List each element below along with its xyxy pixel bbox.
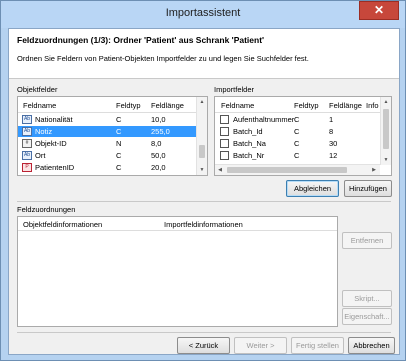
- text-field-icon: Ab: [22, 151, 32, 160]
- wizard-client-area: Feldzuordnungen (1/3): Ordner 'Patient' …: [8, 28, 400, 355]
- cell-feldlaenge: 10,0: [151, 115, 166, 124]
- cell-feldtyp: C: [116, 115, 122, 124]
- column-header-objektfeldinformationen[interactable]: Objektfeldinformationen: [23, 220, 102, 229]
- column-header-feldname[interactable]: Feldname: [23, 101, 56, 110]
- cell-feldname: Notiz: [35, 127, 53, 136]
- table-row[interactable]: Aufenthaltnummer C 1: [215, 114, 391, 125]
- objektfelder-label: Objektfelder: [17, 85, 58, 94]
- cell-feldname: PatientenID: [35, 163, 75, 172]
- entfernen-button[interactable]: Entfernen: [342, 232, 392, 249]
- importfelder-hscrollbar[interactable]: ◀ ▶: [215, 164, 380, 175]
- column-header-feldlaenge[interactable]: Feldlänge: [329, 101, 362, 110]
- cell-feldtyp: N: [116, 139, 122, 148]
- title-bar: Importassistent ✕: [1, 1, 405, 28]
- cell-feldname: Aufenthaltnummer: [233, 115, 295, 124]
- eigenschaften-button[interactable]: Eigenschaft...: [342, 308, 392, 325]
- cell-feldname: Batch_Na: [233, 139, 266, 148]
- close-icon: ✕: [373, 3, 385, 17]
- importfelder-vscrollbar[interactable]: ▲ ▼: [380, 97, 391, 165]
- row-checkbox[interactable]: [220, 115, 229, 124]
- table-row[interactable]: Ab Notiz C 255,0: [18, 126, 207, 137]
- window-title: Importassistent: [165, 7, 241, 19]
- cell-feldtyp: C: [116, 163, 122, 172]
- page-title: Feldzuordnungen (1/3): Ordner 'Patient' …: [17, 35, 265, 45]
- cell-feldname: Batch_Id: [233, 127, 263, 136]
- cell-feldname: Batch_Nr: [233, 151, 265, 160]
- zurueck-button[interactable]: < Zurück: [177, 337, 230, 354]
- wizard-header: Feldzuordnungen (1/3): Ordner 'Patient' …: [9, 29, 399, 79]
- cell-feldlaenge: 1: [329, 115, 334, 124]
- scroll-right-icon[interactable]: ▶: [369, 165, 379, 175]
- cell-feldname: Nationalität: [35, 115, 73, 124]
- cell-feldlaenge: 8,0: [151, 139, 162, 148]
- cell-feldlaenge: 30: [329, 139, 338, 148]
- cell-feldlaenge: 8: [329, 127, 334, 136]
- column-header-feldname[interactable]: Feldname: [221, 101, 254, 110]
- scroll-down-icon[interactable]: ▼: [197, 165, 207, 175]
- column-header-feldtyp[interactable]: Feldtyp: [294, 101, 319, 110]
- row-checkbox[interactable]: [220, 127, 229, 136]
- cell-feldname: Objekt-ID: [35, 139, 67, 148]
- abgleichen-button[interactable]: Abgleichen: [286, 180, 339, 197]
- person-id-icon: P: [22, 163, 32, 172]
- table-row[interactable]: Batch_Id C 8: [215, 126, 391, 137]
- objektfelder-header: Feldname Feldtyp Feldlänge: [18, 97, 207, 113]
- divider: [17, 201, 391, 202]
- table-row[interactable]: # Objekt-ID N 8,0: [18, 138, 207, 149]
- column-header-feldtyp[interactable]: Feldtyp: [116, 101, 141, 110]
- table-row[interactable]: Ab Nationalität C 10,0: [18, 114, 207, 125]
- table-row[interactable]: Ab Ort C 50,0: [18, 150, 207, 161]
- weiter-button[interactable]: Weiter >: [234, 337, 287, 354]
- feldzuordnungen-header: Objektfeldinformationen Importfeldinform…: [18, 217, 337, 231]
- fertig-stellen-button[interactable]: Fertig stellen: [291, 337, 344, 354]
- cell-feldtyp: C: [116, 127, 122, 136]
- scroll-thumb[interactable]: [227, 167, 347, 173]
- abbrechen-button[interactable]: Abbrechen: [348, 337, 395, 354]
- scroll-thumb[interactable]: [383, 109, 389, 149]
- wizard-footer: < Zurück Weiter > Fertig stellen Abbrech…: [9, 333, 399, 355]
- cell-feldlaenge: 12: [329, 151, 338, 160]
- cell-feldtyp: C: [294, 127, 300, 136]
- hinzufuegen-button[interactable]: Hinzufügen: [344, 180, 392, 197]
- scroll-down-icon[interactable]: ▼: [381, 155, 391, 165]
- objektfelder-scrollbar[interactable]: ▲ ▼: [196, 97, 207, 175]
- feldzuordnungen-label: Feldzuordnungen: [17, 205, 76, 214]
- scroll-thumb[interactable]: [199, 145, 205, 158]
- page-description: Ordnen Sie Feldern von Patient-Objekten …: [17, 54, 309, 63]
- table-row[interactable]: P PatientenID C 20,0: [18, 162, 207, 173]
- feldzuordnungen-list[interactable]: Objektfeldinformationen Importfeldinform…: [17, 216, 338, 327]
- cell-feldtyp: C: [116, 151, 122, 160]
- objektfelder-grid[interactable]: Feldname Feldtyp Feldlänge Ab Nationalitä…: [17, 96, 208, 176]
- row-checkbox[interactable]: [220, 139, 229, 148]
- column-header-info[interactable]: Info: [366, 101, 379, 110]
- row-checkbox[interactable]: [220, 151, 229, 160]
- cell-feldlaenge: 255,0: [151, 127, 170, 136]
- importfelder-header: Feldname Feldtyp Feldlänge Info: [215, 97, 391, 113]
- cell-feldtyp: C: [294, 139, 300, 148]
- scroll-up-icon[interactable]: ▲: [381, 97, 391, 107]
- scroll-left-icon[interactable]: ◀: [215, 165, 225, 175]
- id-field-icon: #: [22, 139, 32, 148]
- table-row[interactable]: Batch_Nr C 12: [215, 150, 391, 161]
- importfelder-label: Importfelder: [214, 85, 255, 94]
- column-header-feldlaenge[interactable]: Feldlänge: [151, 101, 184, 110]
- import-wizard-window: Importassistent ✕ Feldzuordnungen (1/3):…: [0, 0, 406, 361]
- column-header-importfeldinformationen[interactable]: Importfeldinformationen: [164, 220, 243, 229]
- cell-feldlaenge: 50,0: [151, 151, 166, 160]
- cell-feldtyp: C: [294, 115, 300, 124]
- scroll-up-icon[interactable]: ▲: [197, 97, 207, 107]
- close-button[interactable]: ✕: [359, 1, 399, 20]
- skript-button[interactable]: Skript...: [342, 290, 392, 307]
- text-field-icon: Ab: [22, 127, 32, 136]
- cell-feldname: Ort: [35, 151, 46, 160]
- text-field-icon: Ab: [22, 115, 32, 124]
- table-row[interactable]: Batch_Na C 30: [215, 138, 391, 149]
- importfelder-grid[interactable]: Feldname Feldtyp Feldlänge Info Aufentha…: [214, 96, 392, 176]
- cell-feldlaenge: 20,0: [151, 163, 166, 172]
- cell-feldtyp: C: [294, 151, 300, 160]
